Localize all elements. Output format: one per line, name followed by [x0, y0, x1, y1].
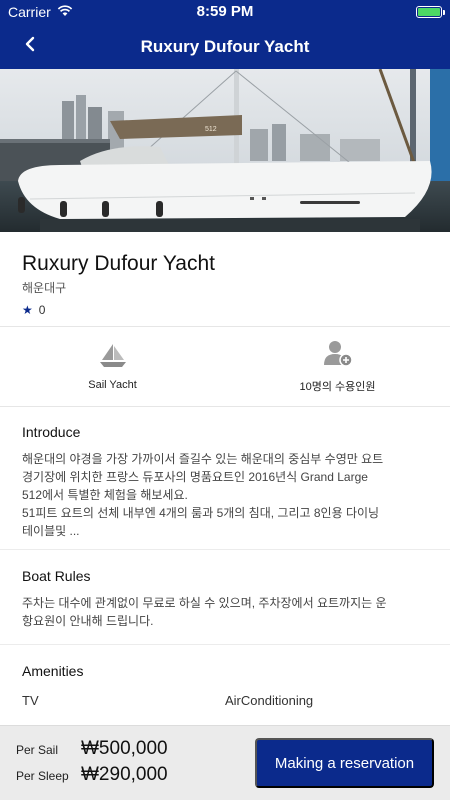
introduce-line: 51피트 요트의 선체 내부엔 4개의 룸과 5개의 침대, 그리고 8인용 다…: [22, 506, 380, 520]
per-sail-price: ₩500,000: [81, 738, 168, 759]
spec-boat-type-label: Sail Yacht: [88, 379, 137, 391]
navbar: Ruxury Dufour Yacht: [0, 24, 450, 69]
listing-name: Ruxury Dufour Yacht: [22, 252, 215, 275]
rules-line: 항요원이 안내해 드립니다.: [22, 614, 154, 628]
boat-rules-section: Boat Rules 주차는 대수에 관계없이 무료로 하실 수 있으며, 주차…: [0, 550, 450, 645]
chevron-left-icon: [24, 36, 36, 57]
back-button[interactable]: [18, 34, 42, 58]
introduce-heading: Introduce: [22, 424, 81, 440]
per-sleep-price: ₩290,000: [81, 764, 168, 785]
status-bar: Carrier 8:59 PM: [0, 0, 450, 24]
introduce-line: 해운대의 야경을 가장 가까이서 즐길수 있는 해운대의 중심부 수영만 요트: [22, 452, 384, 466]
amenity-item: AirConditioning: [225, 693, 314, 708]
listing-summary: Ruxury Dufour Yacht 해운대구 ★ 0: [0, 232, 450, 327]
add-user-icon: [323, 339, 353, 370]
per-sail-label: Per Sail: [16, 743, 59, 757]
page-title: Ruxury Dufour Yacht: [140, 36, 310, 56]
spec-boat-type: Sail Yacht: [0, 327, 225, 406]
sailboat-icon: [98, 342, 128, 371]
rating: ★ 0: [22, 303, 428, 317]
reservation-button[interactable]: Making a reservation: [255, 738, 434, 788]
introduce-line: 테이블및 ...: [22, 524, 80, 538]
listing-location: 해운대구: [22, 281, 67, 295]
price-per-sail: Per Sail ₩500,000: [16, 738, 168, 760]
spec-capacity-label: 10명의 수용인원: [299, 381, 376, 393]
boat-rules-text: 주차는 대수에 관계없이 무료로 하실 수 있으며, 주차장에서 요트까지는 운…: [22, 594, 428, 630]
amenities-section: Amenities TV AirConditioning: [0, 645, 450, 725]
battery-icon: [416, 6, 445, 18]
spec-row: Sail Yacht 10명의 수용인원: [0, 327, 450, 407]
introduce-line: 경기장에 위치한 프랑스 듀포사의 명품요트인 2016년식 Grand Lar…: [22, 470, 368, 484]
per-sleep-label: Per Sleep: [16, 769, 69, 783]
spec-capacity: 10명의 수용인원: [225, 327, 450, 406]
boat-rules-heading: Boat Rules: [22, 568, 91, 584]
rules-line: 주차는 대수에 관계없이 무료로 하실 수 있으며, 주차장에서 요트까지는 운: [22, 596, 387, 610]
amenity-item: TV: [22, 693, 39, 708]
introduce-section: Introduce 해운대의 야경을 가장 가까이서 즐길수 있는 해운대의 중…: [0, 407, 450, 550]
booking-footer: Per Sail ₩500,000 Per Sleep ₩290,000 Mak…: [0, 725, 450, 800]
yacht-photo: 512: [0, 69, 450, 232]
price-per-sleep: Per Sleep ₩290,000: [16, 764, 168, 786]
amenities-list: TV AirConditioning: [22, 693, 428, 708]
star-icon: ★: [22, 303, 33, 317]
introduce-text: 해운대의 야경을 가장 가까이서 즐길수 있는 해운대의 중심부 수영만 요트 …: [22, 450, 428, 540]
amenities-heading: Amenities: [22, 663, 84, 679]
header-bar: Carrier 8:59 PM Ruxury Dufour Yacht: [0, 0, 450, 69]
svg-text:512: 512: [205, 126, 217, 133]
clock: 8:59 PM: [196, 3, 254, 20]
introduce-line: 512에서 특별한 체험을 해보세요.: [22, 488, 188, 502]
rating-value: 0: [38, 303, 46, 317]
